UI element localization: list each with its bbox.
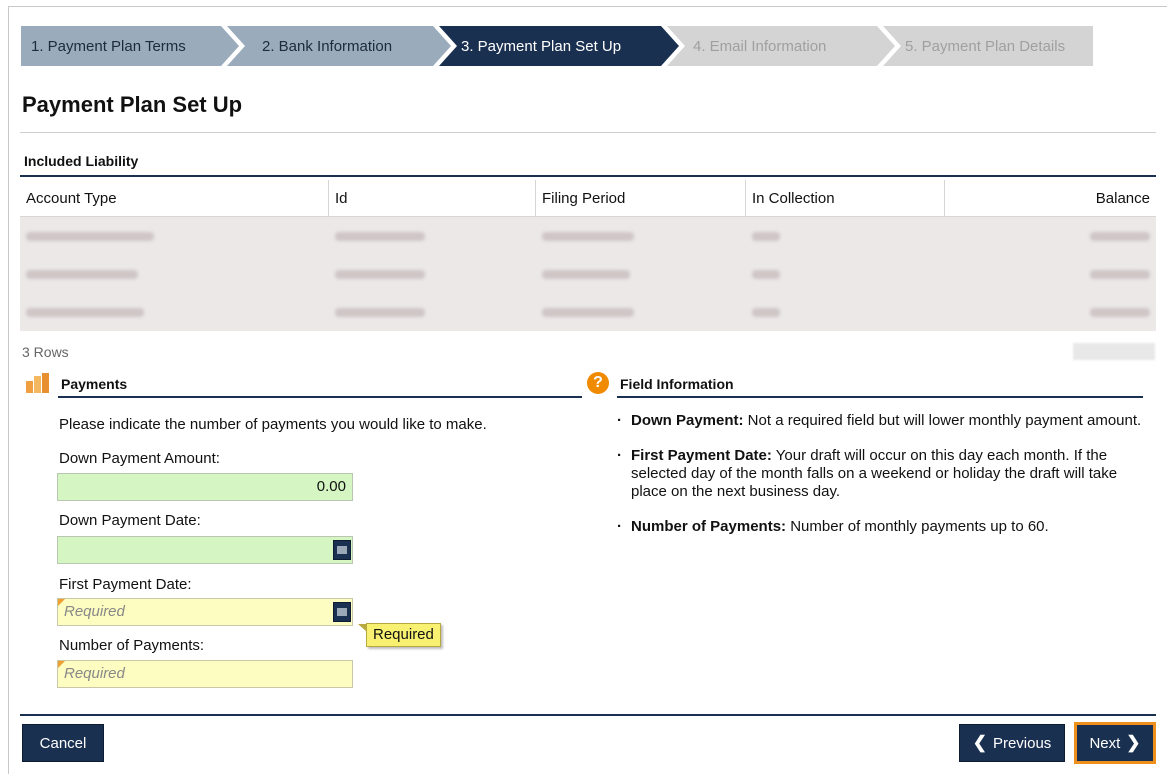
column-header-id[interactable]: Id [328, 180, 536, 217]
column-header-balance[interactable]: Balance [944, 180, 1156, 217]
wizard-step-5: 5. Payment Plan Details [883, 26, 1093, 66]
redacted-cell [328, 255, 536, 293]
redacted-cell [944, 293, 1156, 331]
field-information-list: Down Payment: Not a required field but w… [617, 412, 1147, 553]
wizard-step-2-label: 2. Bank Information [262, 37, 393, 55]
coins-icon [26, 373, 49, 393]
required-tooltip: Required [358, 623, 441, 647]
redacted-cell [944, 216, 1156, 255]
app-frame [8, 6, 1167, 774]
redacted-cell [745, 255, 945, 293]
wizard-steps: 1. Payment Plan Terms 2. Bank Informatio… [21, 26, 1093, 66]
column-header-account-type[interactable]: Account Type [20, 180, 329, 217]
column-header-in-collection[interactable]: In Collection [745, 180, 945, 217]
page-title: Payment Plan Set Up [22, 92, 243, 117]
redacted-cell [535, 255, 746, 293]
calendar-icon[interactable] [333, 540, 351, 560]
chevron-left-icon: ❮ [972, 733, 987, 752]
required-marker [58, 599, 65, 606]
redacted-cell [944, 255, 1156, 293]
wizard-step-3-label: 3. Payment Plan Set Up [461, 37, 622, 55]
number-of-payments-label: Number of Payments: [59, 637, 205, 654]
redacted-total [1073, 343, 1155, 360]
payments-title: Payments [61, 376, 128, 392]
table-row[interactable] [20, 293, 1156, 331]
payments-divider [58, 396, 582, 398]
field-information-divider [617, 396, 1143, 398]
first-payment-date-field[interactable]: Required [57, 598, 353, 626]
cancel-button[interactable]: Cancel [22, 724, 104, 762]
calendar-icon[interactable] [333, 602, 351, 622]
column-header-filing-period[interactable]: Filing Period [535, 180, 746, 217]
down-payment-amount-field[interactable]: 0.00 [57, 473, 353, 501]
redacted-cell [20, 216, 329, 255]
wizard-step-2[interactable]: 2. Bank Information [227, 26, 451, 66]
redacted-cell [745, 216, 945, 255]
redacted-cell [20, 293, 329, 331]
field-info-term: Down Payment: [631, 412, 744, 429]
redacted-cell [328, 293, 536, 331]
wizard-step-1-label: 1. Payment Plan Terms [31, 37, 186, 55]
list-item: Number of Payments: Number of monthly pa… [617, 518, 1147, 536]
liability-divider [20, 175, 1156, 177]
first-payment-date-placeholder: Required [64, 603, 125, 620]
field-info-text: Not a required field but will lower mont… [743, 412, 1142, 429]
redacted-cell [20, 255, 329, 293]
footer-divider [20, 714, 1156, 716]
cancel-button-label: Cancel [39, 734, 87, 752]
payments-intro: Please indicate the number of payments y… [59, 416, 487, 433]
next-button[interactable]: Next ❯ [1074, 722, 1156, 764]
table-row[interactable] [20, 255, 1156, 293]
list-item: Down Payment: Not a required field but w… [617, 412, 1147, 430]
down-payment-date-label: Down Payment Date: [59, 512, 201, 529]
chevron-right-icon: ❯ [1126, 733, 1141, 752]
redacted-cell [328, 216, 536, 255]
previous-button-label: Previous [992, 734, 1052, 752]
wizard-step-5-label: 5. Payment Plan Details [905, 37, 1066, 55]
field-info-term: Number of Payments: [631, 518, 787, 535]
number-of-payments-placeholder: Required [64, 665, 125, 682]
redacted-cell [535, 293, 746, 331]
title-divider [20, 132, 1156, 133]
wizard-step-1[interactable]: 1. Payment Plan Terms [21, 26, 239, 66]
down-payment-amount-label: Down Payment Amount: [59, 450, 220, 467]
wizard-step-4-label: 4. Email Information [693, 37, 827, 55]
table-row[interactable] [20, 216, 1156, 255]
list-item: First Payment Date: Your draft will occu… [617, 447, 1147, 501]
row-count: 3 Rows [22, 344, 69, 360]
wizard-step-3[interactable]: 3. Payment Plan Set Up [439, 26, 679, 66]
down-payment-date-field[interactable] [57, 536, 353, 564]
first-payment-date-label: First Payment Date: [59, 576, 192, 593]
redacted-cell [535, 216, 746, 255]
field-info-text: Number of monthly payments up to 60. [786, 518, 1049, 535]
table-header-row: Account Type Id Filing Period In Collect… [20, 180, 1156, 217]
number-of-payments-field[interactable]: Required [57, 660, 353, 688]
previous-button[interactable]: ❮ Previous [959, 724, 1065, 762]
help-circle-icon: ? [587, 372, 609, 394]
down-payment-amount-value: 0.00 [316, 478, 346, 495]
redacted-cell [745, 293, 945, 331]
liability-table: Account Type Id Filing Period In Collect… [20, 180, 1156, 331]
field-information-title: Field Information [620, 376, 734, 392]
wizard-step-4: 4. Email Information [667, 26, 895, 66]
required-tooltip-text: Required [373, 626, 434, 643]
next-button-label: Next [1089, 734, 1121, 752]
field-info-term: First Payment Date: [631, 447, 772, 464]
required-marker [58, 661, 65, 668]
included-liability-label: Included Liability [24, 153, 139, 169]
